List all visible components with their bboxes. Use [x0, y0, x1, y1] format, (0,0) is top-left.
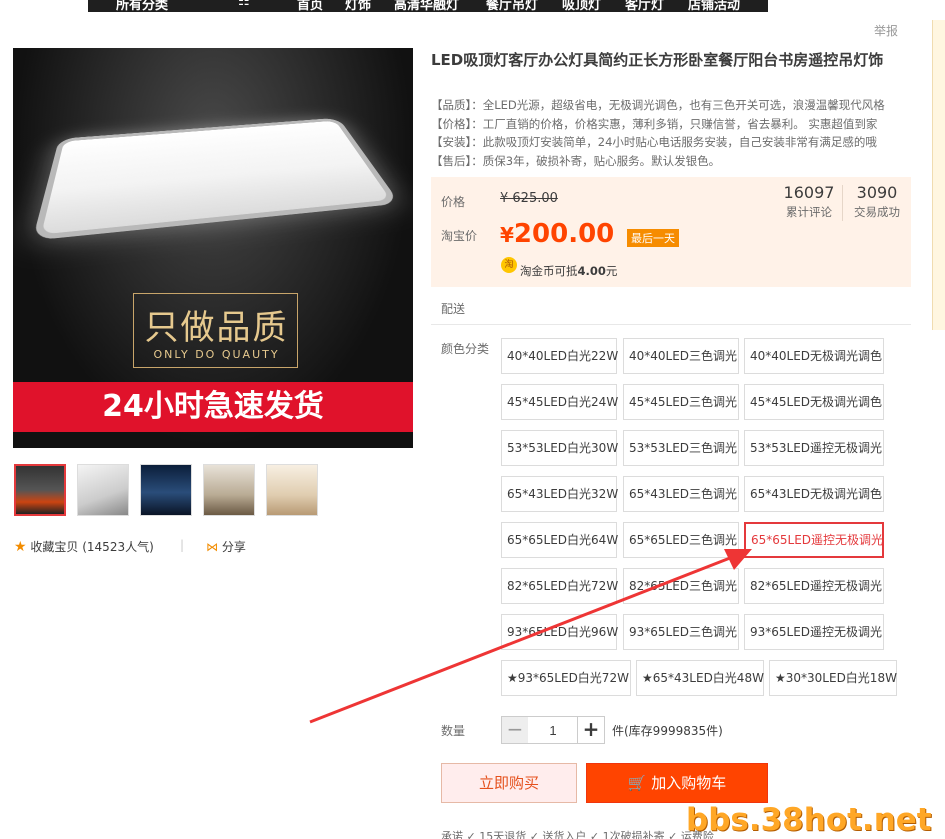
- quantity-label: 数量: [441, 724, 466, 738]
- watermark: bbs.38hot.net: [686, 802, 932, 838]
- annotation-arrow: [309, 549, 752, 724]
- quantity-input[interactable]: [528, 716, 578, 744]
- cart-icon: 🛒: [627, 774, 647, 792]
- buy-now-button[interactable]: 立即购买: [441, 763, 577, 803]
- quantity-minus-button[interactable]: −: [501, 716, 529, 744]
- add-to-cart-button[interactable]: 🛒 加入购物车: [586, 763, 768, 803]
- add-to-cart-label: 加入购物车: [651, 774, 727, 792]
- stock-text: 件(库存9999835件): [612, 724, 723, 738]
- quantity-plus-button[interactable]: +: [577, 716, 605, 744]
